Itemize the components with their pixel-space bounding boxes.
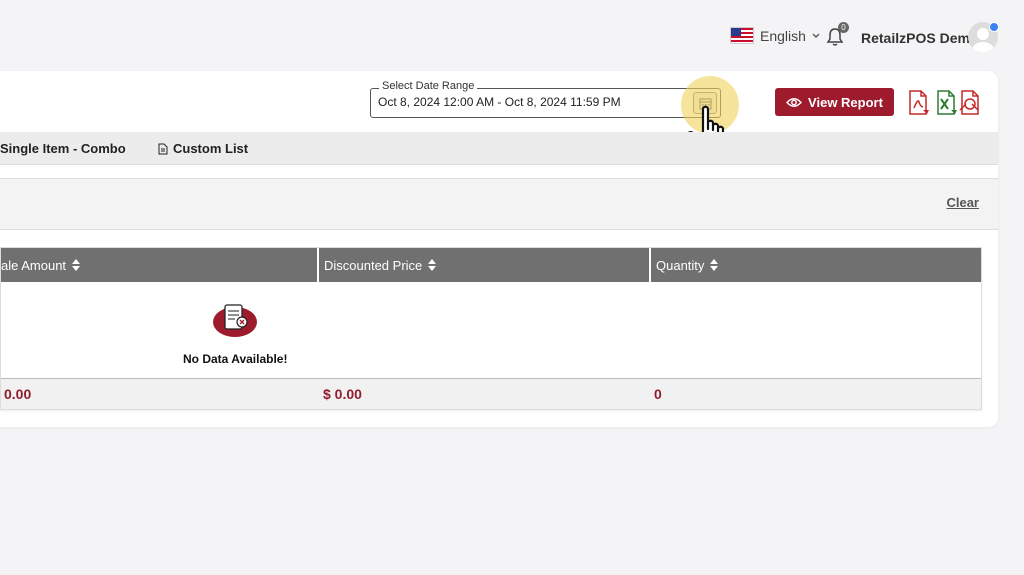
total-quantity: 0 — [654, 386, 662, 402]
sort-icon — [428, 259, 437, 271]
excel-export-icon[interactable] — [934, 90, 958, 116]
language-selector[interactable]: English — [730, 27, 820, 44]
sort-icon — [72, 259, 81, 271]
date-range-value[interactable]: Oct 8, 2024 12:00 AM - Oct 8, 2024 11:59… — [378, 95, 621, 109]
tab-label: Single Item - Combo — [0, 141, 126, 156]
no-data-message: No Data Available! — [183, 352, 288, 366]
total-discounted-price: $ 0.00 — [323, 386, 362, 402]
table-header: ale Amount Discounted Price Quantity — [1, 248, 981, 282]
chevron-down-icon — [812, 33, 820, 38]
eye-icon — [786, 97, 803, 107]
document-icon — [158, 143, 168, 154]
column-label: ale Amount — [1, 257, 67, 273]
online-status-dot — [989, 22, 999, 32]
column-sale-amount[interactable]: ale Amount — [1, 248, 319, 282]
top-bar: English 0 RetailzPOS Demo — [0, 0, 1024, 70]
pdf-export-icon[interactable] — [906, 90, 930, 116]
total-sale-amount: 0.00 — [4, 386, 32, 402]
report-tabs: Single Item - Combo Custom List — [0, 132, 998, 165]
tab-custom-list[interactable]: Custom List — [158, 141, 248, 156]
tab-single-item-combo[interactable]: Single Item - Combo — [0, 141, 126, 156]
clear-filters-link[interactable]: Clear — [946, 195, 979, 210]
totals-row: 0.00 $ 0.00 0 — [1, 379, 981, 409]
no-data-icon — [213, 304, 257, 337]
user-name[interactable]: RetailzPOS Demo — [861, 30, 978, 46]
column-label: Discounted Price — [324, 257, 423, 273]
column-label: Quantity — [656, 257, 705, 273]
filter-bar: Clear — [0, 178, 998, 230]
report-card: Select Date Range Oct 8, 2024 12:00 AM -… — [0, 71, 998, 427]
sort-icon — [710, 259, 719, 271]
column-discounted-price[interactable]: Discounted Price — [319, 248, 651, 282]
tab-label: Custom List — [173, 141, 249, 156]
language-label: English — [760, 27, 806, 44]
date-range-label: Select Date Range — [379, 80, 478, 92]
empty-state: No Data Available! — [1, 282, 981, 379]
print-export-icon[interactable] — [958, 90, 982, 116]
column-quantity[interactable]: Quantity — [651, 248, 981, 282]
date-range-picker[interactable]: Select Date Range Oct 8, 2024 12:00 AM -… — [370, 80, 721, 118]
view-report-button[interactable]: View Report — [775, 88, 894, 116]
report-table: ale Amount Discounted Price Quantity No … — [0, 247, 982, 410]
us-flag-icon — [730, 27, 754, 44]
notification-badge: 0 — [838, 22, 849, 33]
view-report-label: View Report — [808, 94, 883, 110]
